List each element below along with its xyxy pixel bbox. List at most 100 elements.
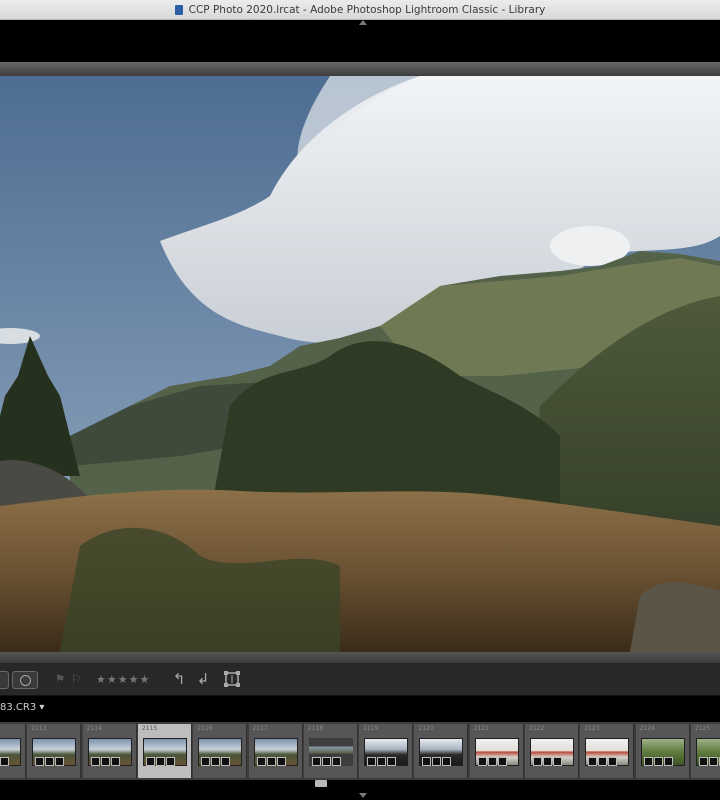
- filmstrip-cell-number: 2123: [584, 725, 600, 732]
- keyword-badge-icon: [643, 757, 653, 766]
- flag-pick-icon[interactable]: ⚑: [54, 671, 66, 687]
- bottom-panel-toggle-arrow-icon[interactable]: [359, 793, 367, 798]
- crop-overlay-icon[interactable]: [223, 670, 241, 688]
- panel-separator: [0, 62, 720, 76]
- keyword-badge-icon: [90, 757, 100, 766]
- filmstrip-cell[interactable]: 2116: [193, 724, 248, 778]
- thumbnail-badges: [256, 757, 286, 766]
- rotate-left-icon[interactable]: ↰: [170, 670, 188, 688]
- thumbnail-badges: [533, 757, 562, 766]
- thumbnail-badges: [698, 757, 720, 766]
- collection-badge-icon: [598, 757, 608, 766]
- edit-badge-icon: [663, 757, 673, 766]
- keyword-badge-icon: [588, 757, 598, 766]
- edit-badge-icon: [442, 757, 452, 766]
- collection-badge-icon: [653, 757, 663, 766]
- collection-badge-icon: [100, 757, 110, 766]
- keyword-badge-icon: [145, 757, 155, 766]
- filmstrip: 2112 2113 2114 2115 2116 2117 2118 2119 2120 2121…: [0, 722, 720, 780]
- filmstrip-cell-number: 2124: [639, 725, 655, 732]
- filmstrip-cell-number: 2114: [86, 725, 102, 732]
- thumbnail-badges: [367, 757, 397, 766]
- filmstrip-cell[interactable]: 2119: [359, 724, 414, 778]
- thumbnail-badges: [145, 757, 175, 766]
- filmstrip-cell[interactable]: 2117: [248, 724, 303, 778]
- star-rating[interactable]: ★★★★★: [96, 671, 160, 687]
- thumbnail-badges: [588, 757, 618, 766]
- edit-badge-icon: [276, 757, 286, 766]
- title-bar: CCP Photo 2020.lrcat - Adobe Photoshop L…: [0, 0, 720, 20]
- edit-badge-icon: [0, 757, 9, 766]
- edit-badge-icon: [331, 757, 341, 766]
- keyword-badge-icon: [698, 757, 708, 766]
- top-panel-toggle-arrow-icon[interactable]: [359, 20, 367, 25]
- flag-reject-icon[interactable]: ⚐: [70, 671, 82, 687]
- module-picker-panel: [0, 20, 720, 62]
- edit-badge-icon: [221, 757, 231, 766]
- filmstrip-cell-number: 2125: [694, 725, 711, 732]
- thumbnail-badges: [90, 757, 120, 766]
- filmstrip-cell-number: 2122: [529, 725, 545, 732]
- filmstrip-cell-number: 2118: [307, 725, 324, 732]
- filmstrip-cell-number: 2119: [363, 725, 379, 732]
- edit-badge-icon: [387, 757, 397, 766]
- keyword-badge-icon: [422, 757, 432, 766]
- filmstrip-cell-number: 2116: [197, 725, 213, 732]
- thumbnail-badges: [35, 757, 65, 766]
- collection-badge-icon: [266, 757, 276, 766]
- collection-badge-icon: [487, 757, 497, 766]
- thumbnail-badges: [311, 757, 341, 766]
- filmstrip-cell[interactable]: 2125: [690, 724, 720, 778]
- filmstrip-cell[interactable]: 2123: [580, 724, 635, 778]
- panel-separator: [0, 652, 720, 663]
- keyword-badge-icon: [311, 757, 321, 766]
- collection-badge-icon: [432, 757, 442, 766]
- thumbnail-badges: [201, 757, 231, 766]
- thumbnail-badges: [643, 757, 673, 766]
- collection-badge-icon: [321, 757, 331, 766]
- window-title: CCP Photo 2020.lrcat - Adobe Photoshop L…: [188, 3, 546, 16]
- edit-badge-icon: [608, 757, 618, 766]
- filmstrip-cell[interactable]: 2113: [27, 724, 82, 778]
- edit-badge-icon: [55, 757, 65, 766]
- keyword-badge-icon: [367, 757, 377, 766]
- collection-badge-icon: [45, 757, 55, 766]
- filmstrip-cell[interactable]: 2115: [137, 724, 192, 778]
- filmstrip-cell[interactable]: 2114: [82, 724, 137, 778]
- keyword-badge-icon: [477, 757, 487, 766]
- thumbnail-badges: [422, 757, 452, 766]
- lightroom-doc-icon: [174, 4, 183, 15]
- people-circle-icon: [19, 674, 31, 686]
- keyword-badge-icon: [201, 757, 211, 766]
- loupe-photo[interactable]: [0, 76, 720, 652]
- filmstrip-cell[interactable]: 2121: [469, 724, 524, 778]
- survey-view-icon[interactable]: [0, 671, 9, 689]
- filmstrip-cell[interactable]: 2124: [635, 724, 690, 778]
- edit-badge-icon: [553, 757, 562, 766]
- thumbnail-badges: [477, 757, 507, 766]
- landscape-photo: [0, 76, 720, 652]
- edit-badge-icon: [497, 757, 507, 766]
- scrollbar-thumb[interactable]: [315, 780, 327, 787]
- collection-badge-icon: [377, 757, 387, 766]
- rotate-right-icon[interactable]: ↲: [194, 670, 212, 688]
- keyword-badge-icon: [35, 757, 45, 766]
- filmstrip-cell-number: 2121: [473, 725, 489, 732]
- filmstrip-cell-number: 2117: [252, 725, 268, 732]
- filmstrip-cell-number: 2113: [31, 725, 47, 732]
- collection-badge-icon: [155, 757, 165, 766]
- filmstrip-cell[interactable]: 2118: [303, 724, 358, 778]
- filmstrip-cell[interactable]: 2120: [414, 724, 469, 778]
- filmstrip-header: 83.CR3 ▾: [0, 696, 720, 722]
- current-filename-dropdown[interactable]: 83.CR3 ▾: [0, 702, 44, 713]
- collection-badge-icon: [543, 757, 552, 766]
- keyword-badge-icon: [533, 757, 542, 766]
- filmstrip-cell-number: 2120: [418, 725, 434, 732]
- edit-badge-icon: [165, 757, 175, 766]
- filmstrip-cell-number: 2115: [141, 725, 158, 732]
- filmstrip-cell[interactable]: 2122: [525, 724, 579, 778]
- library-toolbar: ⚑ ⚐ ★★★★★ ↰ ↲: [0, 663, 720, 696]
- filmstrip-cell[interactable]: 2112: [0, 724, 26, 778]
- keyword-badge-icon: [256, 757, 266, 766]
- people-view-icon[interactable]: [12, 671, 38, 689]
